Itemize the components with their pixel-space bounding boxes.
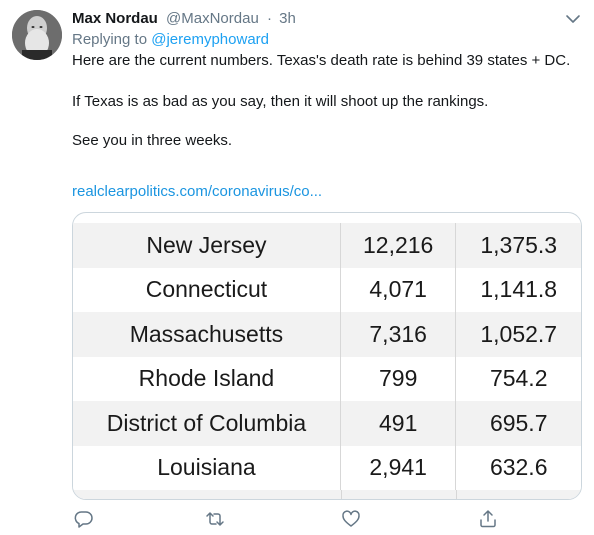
rate-cell: 1,375.3 [455, 223, 581, 268]
tweet-paragraph: Here are the current numbers. Texas's de… [72, 52, 571, 69]
state-cell: Rhode Island [73, 356, 341, 401]
share-button[interactable] [477, 508, 499, 530]
tweet-body: Here are the current numbers. Texas's de… [72, 51, 572, 151]
tweet-paragraph: See you in three weeks. [72, 132, 233, 149]
deaths-cell: 2,941 [340, 445, 457, 490]
rate-cell: 632.6 [455, 445, 581, 490]
state-cell: Louisiana [73, 445, 341, 490]
state-cell: Connecticut [73, 267, 341, 312]
deaths-cell: 491 [340, 401, 457, 446]
table-row: Rhode Island 799 754.2 [73, 356, 581, 401]
separator-dot: · [266, 10, 272, 27]
death-rate-table: New Jersey 12,216 1,375.3 Connecticut 4,071 1… [73, 223, 581, 490]
deaths-cell: 12,216 [340, 223, 457, 268]
rate-cell: 1,141.8 [455, 267, 581, 312]
tweet-header: Max Nordau @MaxNordau · 3h [72, 9, 296, 29]
more-options-button[interactable] [563, 9, 583, 29]
avatar[interactable] [12, 10, 62, 60]
replying-handle-link[interactable]: @jeremyphoward [151, 31, 269, 48]
replying-prefix: Replying to [72, 31, 148, 48]
table-row: New Jersey 12,216 1,375.3 [73, 223, 581, 268]
chevron-down-icon [566, 15, 580, 23]
deaths-cell: 7,316 [340, 312, 457, 357]
deaths-cell: 4,071 [340, 267, 457, 312]
tweet-time[interactable]: 3h [279, 10, 296, 27]
deaths-cell: 799 [340, 356, 457, 401]
tweet-actions [0, 508, 594, 530]
table-row: Connecticut 4,071 1,141.8 [73, 267, 581, 312]
avatar-portrait-image [12, 10, 62, 60]
reply-icon [74, 511, 93, 528]
rate-cell: 695.7 [455, 401, 581, 446]
author-name[interactable]: Max Nordau [72, 10, 158, 27]
retweet-icon [206, 512, 224, 526]
attached-image[interactable]: New Jersey 12,216 1,375.3 Connecticut 4,071 1… [72, 212, 582, 500]
tweet-link[interactable]: realclearpolitics.com/coronavirus/co... [72, 182, 322, 202]
table-row: District of Columbia 491 695.7 [73, 401, 581, 446]
rate-cell: 1,052.7 [455, 312, 581, 357]
author-handle[interactable]: @MaxNordau [166, 10, 259, 27]
retweet-button[interactable] [204, 508, 226, 530]
like-button[interactable] [340, 508, 362, 530]
cut-off-row [73, 490, 581, 499]
replying-to: Replying to @jeremyphoward [72, 30, 269, 50]
table-row: Louisiana 2,941 632.6 [73, 445, 581, 490]
state-cell: District of Columbia [73, 401, 341, 446]
tweet-paragraph: If Texas is as bad as you say, then it w… [72, 93, 489, 110]
reply-button[interactable] [73, 508, 95, 530]
state-cell: New Jersey [73, 223, 341, 268]
rate-cell: 754.2 [455, 356, 581, 401]
like-icon [342, 510, 360, 527]
table-row: Massachusetts 7,316 1,052.7 [73, 312, 581, 357]
state-cell: Massachusetts [73, 312, 341, 357]
share-icon [480, 510, 496, 528]
